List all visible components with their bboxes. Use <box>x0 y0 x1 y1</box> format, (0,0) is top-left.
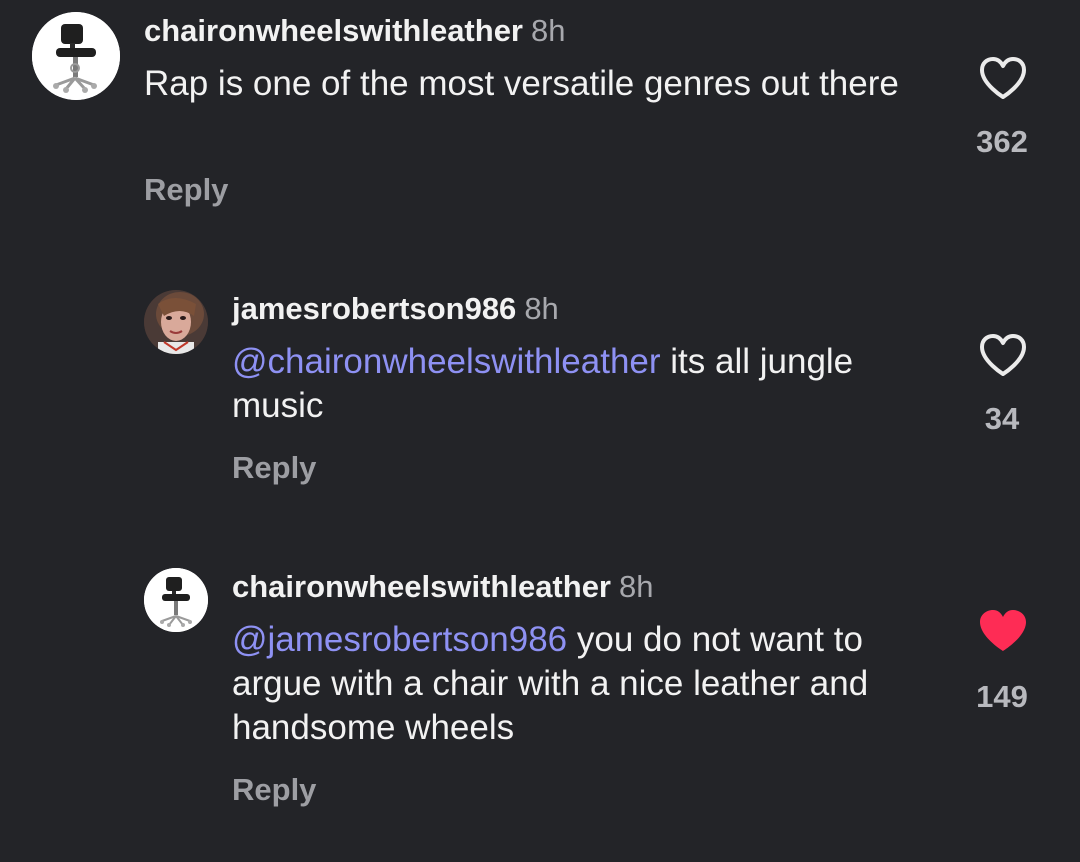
comment-text: Rap is one of the most versatile genres … <box>144 62 934 106</box>
comment-body: Rap is one of the most versatile genres … <box>144 64 899 103</box>
like-count: 34 <box>984 401 1020 436</box>
like-count: 362 <box>976 124 1028 159</box>
mention-link[interactable]: @jamesrobertson986 <box>232 620 567 659</box>
comment-text: @jamesrobertson986 you do not want to ar… <box>232 618 942 750</box>
username[interactable]: jamesrobertson986 <box>232 291 516 326</box>
reply-item: jamesrobertson986 8h @chaironwheelswithle… <box>0 270 1080 500</box>
like-count: 149 <box>976 679 1028 714</box>
office-chair-icon <box>32 12 120 100</box>
comment-header: chaironwheelswithleather 8h <box>144 12 565 50</box>
heart-icon[interactable] <box>978 55 1028 101</box>
reply-button[interactable]: Reply <box>144 172 228 208</box>
person-photo-icon <box>144 290 208 354</box>
username[interactable]: chaironwheelswithleather <box>232 569 611 604</box>
comment-item: chaironwheelswithleather 8h Rap is one of… <box>0 0 1080 230</box>
timestamp: 8h <box>524 291 559 326</box>
comment-text: @chaironwheelswithleather its all jungle… <box>232 340 862 428</box>
mention-link[interactable]: @chaironwheelswithleather <box>232 342 661 381</box>
comment-header: chaironwheelswithleather 8h <box>232 568 653 606</box>
comment-header: jamesrobertson986 8h <box>232 290 559 328</box>
reply-button[interactable]: Reply <box>232 450 316 486</box>
timestamp: 8h <box>619 569 654 604</box>
heart-icon[interactable] <box>978 332 1028 378</box>
reply-button[interactable]: Reply <box>232 772 316 808</box>
avatar[interactable] <box>144 290 208 354</box>
avatar[interactable] <box>144 568 208 632</box>
timestamp: 8h <box>531 13 566 48</box>
heart-filled-icon[interactable] <box>978 608 1028 654</box>
username[interactable]: chaironwheelswithleather <box>144 13 523 48</box>
office-chair-icon <box>144 568 208 632</box>
avatar[interactable] <box>32 12 120 100</box>
reply-item: chaironwheelswithleather 8h @jamesroberts… <box>0 548 1080 862</box>
